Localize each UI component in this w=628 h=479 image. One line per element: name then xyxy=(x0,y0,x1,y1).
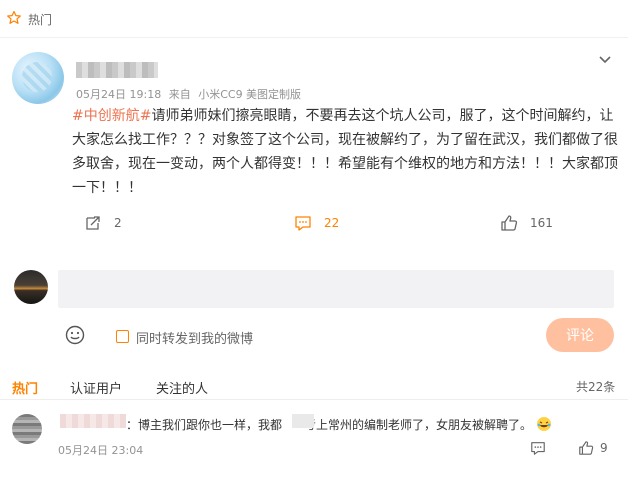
comment-text-part1: ：博主我们跟你也一样，我都 xyxy=(126,418,283,432)
post-meta: 05月24日 19:18 来自 小米CC9 美图定制版 xyxy=(76,86,305,102)
post-body: #中创新航#请师弟师妹们擦亮眼睛，不要再去这个坑人公司，服了，这个时间解约，让大… xyxy=(72,104,620,200)
post-text: 请师弟师妹们擦亮眼睛，不要再去这个坑人公司，服了，这个时间解约，让大家怎么找工作… xyxy=(72,108,618,196)
like-count: 161 xyxy=(530,216,553,230)
redacted-text-mask xyxy=(292,414,314,428)
thumbs-up-icon xyxy=(501,215,518,231)
comment-icon xyxy=(295,216,311,231)
post-source-prefix: 来自 xyxy=(168,88,191,101)
post-date[interactable]: 05月24日 19:18 xyxy=(76,88,161,101)
comment-text-part2: 考上常州的编制老师了，女朋友被解聘了。 xyxy=(304,418,533,432)
tab-hot[interactable]: 热门 xyxy=(12,378,38,397)
author-avatar[interactable] xyxy=(12,52,64,104)
top-bar: 热门 xyxy=(0,0,628,38)
author-name-blurred[interactable] xyxy=(76,62,158,78)
current-user-avatar[interactable] xyxy=(14,270,48,304)
comment-count: 22 xyxy=(324,216,340,230)
chevron-down-icon[interactable] xyxy=(598,50,612,69)
comment-reply-button[interactable] xyxy=(530,440,552,456)
comment-actions: 9 xyxy=(0,440,628,460)
thumbs-up-icon xyxy=(579,441,594,455)
comment-text: ：博主我们跟你也一样，我都 考上常州的编制老师了，女朋友被解聘了。 xyxy=(126,416,552,435)
submit-comment-button[interactable]: 评论 xyxy=(546,318,614,352)
repost-icon xyxy=(86,216,100,230)
repost-checkbox[interactable] xyxy=(116,330,129,343)
reply-icon xyxy=(531,442,545,455)
commenter-name-blurred[interactable] xyxy=(60,414,126,428)
post-source: 小米CC9 美图定制版 xyxy=(198,88,302,101)
hashtag-link[interactable]: #中创新航# xyxy=(72,108,151,124)
tab-verified-users[interactable]: 认证用户 xyxy=(70,378,122,397)
comment-like-button[interactable]: 9 xyxy=(578,440,608,456)
comment-input[interactable] xyxy=(58,270,614,308)
comment-like-count: 9 xyxy=(600,441,608,455)
star-outline-icon xyxy=(6,10,22,30)
comment-tabs: 热门 认证用户 关注的人 共22条 xyxy=(0,374,628,400)
like-button[interactable]: 161 xyxy=(500,214,553,232)
repost-checkbox-label[interactable]: 同时转发到我的微博 xyxy=(136,328,253,347)
repost-count: 2 xyxy=(114,216,122,230)
comment-total: 共22条 xyxy=(576,380,616,394)
repost-button[interactable]: 2 xyxy=(84,214,122,232)
tab-following[interactable]: 关注的人 xyxy=(156,378,208,397)
crying-laugh-emoji-icon xyxy=(536,416,552,435)
comment-button[interactable]: 22 xyxy=(294,214,339,232)
post-actions: 2 22 161 xyxy=(0,214,628,242)
emoji-icon[interactable] xyxy=(64,324,86,350)
page-title: 热门 xyxy=(28,13,53,27)
